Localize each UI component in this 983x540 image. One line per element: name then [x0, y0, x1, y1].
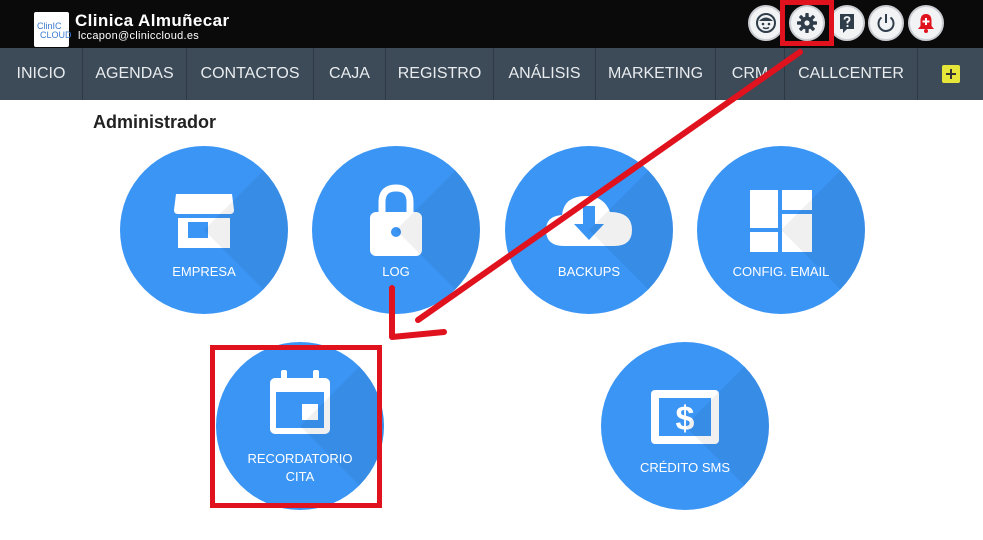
tile-empresa[interactable]: EMPRESA — [120, 146, 288, 314]
logout-button[interactable] — [868, 5, 904, 41]
tile-config-email[interactable]: CONFIG. EMAIL — [697, 146, 865, 314]
nav-registro[interactable]: REGISTRO — [386, 48, 494, 100]
nav-contactos[interactable]: CONTACTOS — [187, 48, 314, 100]
nav-add-button[interactable] — [918, 48, 983, 100]
clinic-logo[interactable]: ClinIC CLOUD — [34, 12, 72, 47]
nav-callcenter[interactable]: CALLCENTER — [785, 48, 918, 100]
tile-backups[interactable]: BACKUPS — [505, 146, 673, 314]
nav-analisis[interactable]: ANÁLISIS — [494, 48, 596, 100]
tile-label: BACKUPS — [557, 264, 621, 279]
top-bar: ClinIC CLOUD Clinica Almuñecar lccapon@c… — [0, 0, 983, 48]
logo-text-bottom: CLOUD — [40, 30, 72, 40]
alert-bell-icon — [918, 14, 934, 33]
layout-icon — [750, 190, 812, 252]
tile-label: LOG — [382, 264, 410, 279]
plus-icon — [941, 65, 960, 83]
help-button[interactable] — [829, 5, 865, 41]
profile-button[interactable] — [748, 5, 784, 41]
user-face-icon — [756, 13, 776, 33]
highlight-settings-box — [780, 0, 834, 46]
app-root: ClinIC CLOUD Clinica Almuñecar lccapon@c… — [0, 0, 983, 540]
nav-inicio[interactable]: INICIO — [0, 48, 83, 100]
tile-label: CONFIG. EMAIL — [732, 264, 830, 279]
alerts-button[interactable] — [908, 5, 944, 41]
cloud-download-icon — [546, 196, 632, 246]
nav-caja[interactable]: CAJA — [314, 48, 386, 100]
svg-text:$: $ — [676, 400, 695, 438]
nav-agendas[interactable]: AGENDAS — [83, 48, 187, 100]
section-title: Administrador — [93, 112, 217, 132]
nav-crm[interactable]: CRM — [716, 48, 785, 100]
store-icon — [174, 194, 234, 248]
tile-label: CRÉDITO SMS — [639, 460, 731, 475]
clinic-name: Clinica Almuñecar — [75, 11, 230, 30]
tile-label-line2: CITA — [285, 469, 315, 484]
main-nav: INICIO AGENDAS CONTACTOS CAJA REGISTRO A… — [0, 48, 983, 100]
tile-label: EMPRESA — [172, 264, 236, 279]
help-icon — [840, 14, 854, 33]
power-icon — [877, 14, 895, 32]
tile-log[interactable]: LOG — [312, 146, 480, 314]
money-icon: $ — [651, 390, 719, 444]
tile-credito-sms[interactable]: $ CRÉDITO SMS — [601, 342, 769, 510]
lock-icon — [370, 184, 422, 256]
user-email: lccapon@cliniccloud.es — [78, 30, 200, 42]
tile-label-line1: RECORDATORIO — [247, 451, 353, 466]
nav-marketing[interactable]: MARKETING — [596, 48, 716, 100]
